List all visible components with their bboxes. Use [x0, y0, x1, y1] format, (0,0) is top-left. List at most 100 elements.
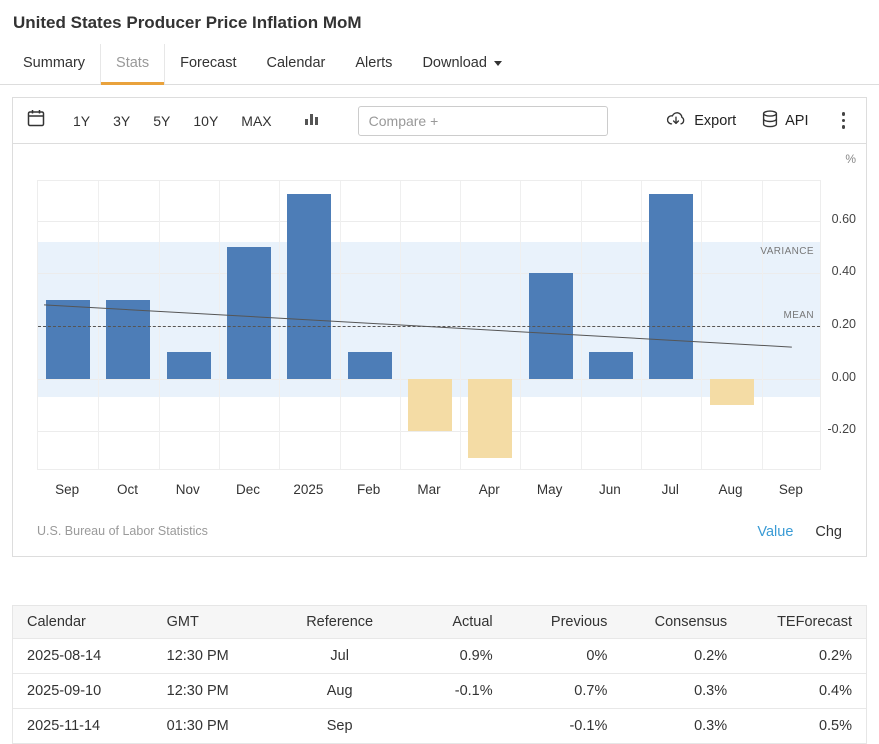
bar-chart-icon: [304, 110, 320, 131]
column-header-reference: Reference: [282, 606, 397, 639]
cloud-download-icon: [665, 110, 687, 131]
tab-alerts[interactable]: Alerts: [340, 44, 407, 84]
bar-oct[interactable]: [106, 300, 150, 379]
v-gridline: [340, 181, 341, 469]
y-axis-unit: %: [845, 152, 856, 166]
bar-2025[interactable]: [287, 194, 331, 379]
column-header-previous: Previous: [507, 606, 622, 639]
table-body: 2025-08-1412:30 PMJul0.9%0%0.2%0.2%2025-…: [13, 639, 866, 744]
range-3y-button[interactable]: 3Y: [113, 113, 130, 129]
toggle-chg[interactable]: Chg: [815, 524, 842, 540]
x-tick-label: Sep: [35, 482, 99, 497]
bar-dec[interactable]: [227, 247, 271, 379]
cell-consensus: 0.3%: [621, 674, 741, 709]
v-gridline: [400, 181, 401, 469]
column-header-teforecast: TEForecast: [741, 606, 866, 639]
tabs: Summary Stats Forecast Calendar AlertsDownlo…: [0, 44, 879, 85]
bar-jul[interactable]: [649, 194, 693, 379]
cell-gmt: 01:30 PM: [153, 709, 283, 744]
column-header-actual: Actual: [397, 606, 507, 639]
range-10y-button[interactable]: 10Y: [193, 113, 218, 129]
table-header-row: CalendarGMTReferenceActualPreviousConsen…: [13, 606, 866, 639]
range-1y-button[interactable]: 1Y: [73, 113, 90, 129]
calendar-icon: [27, 109, 45, 132]
cell-actual: 0.9%: [397, 639, 507, 674]
v-gridline: [581, 181, 582, 469]
chart-type-button[interactable]: [304, 110, 320, 131]
kebab-dot: [842, 112, 846, 116]
page: United States Producer Price Inflation M…: [0, 0, 879, 744]
tab-summary[interactable]: Summary: [8, 44, 100, 84]
x-tick-label: Apr: [457, 482, 521, 497]
h-gridline: [38, 273, 820, 274]
x-tick-label: Jul: [638, 482, 702, 497]
compare-input[interactable]: [358, 106, 608, 136]
cell-previous: 0%: [507, 639, 622, 674]
tab-label: Forecast: [180, 55, 236, 71]
y-tick-label: 0.60: [832, 212, 856, 226]
bar-aug[interactable]: [710, 379, 754, 405]
v-gridline: [460, 181, 461, 469]
tab-label: Summary: [23, 55, 85, 71]
v-gridline: [520, 181, 521, 469]
source-attribution: U.S. Bureau of Labor Statistics: [37, 524, 208, 538]
x-tick-label: Feb: [337, 482, 401, 497]
export-label: Export: [694, 113, 736, 129]
tab-download[interactable]: Download: [407, 44, 517, 84]
cell-previous: 0.7%: [507, 674, 622, 709]
cell-calendar: 2025-08-14: [13, 639, 153, 674]
cell-consensus: 0.3%: [621, 709, 741, 744]
cell-reference: Sep: [282, 709, 397, 744]
cell-teforecast: 0.5%: [741, 709, 866, 744]
variance-label: VARIANCE: [760, 246, 814, 257]
bar-nov[interactable]: [167, 352, 211, 378]
bar-sep[interactable]: [46, 300, 90, 379]
tab-calendar[interactable]: Calendar: [252, 44, 341, 84]
bar-mar[interactable]: [408, 379, 452, 432]
table-row[interactable]: 2025-09-1012:30 PMAug-0.1%0.7%0.3%0.4%: [13, 674, 866, 709]
mean-label: MEAN: [784, 310, 815, 321]
column-header-calendar: Calendar: [13, 606, 153, 639]
export-button[interactable]: Export: [665, 110, 736, 131]
bar-feb[interactable]: [348, 352, 392, 378]
x-tick-label: Nov: [156, 482, 220, 497]
v-gridline: [762, 181, 763, 469]
tab-label: Stats: [116, 55, 149, 71]
cell-actual: [397, 709, 507, 744]
cell-teforecast: 0.2%: [741, 639, 866, 674]
h-gridline: [38, 221, 820, 222]
api-label: API: [785, 113, 808, 129]
y-tick-label: 0.00: [832, 370, 856, 384]
date-range-button[interactable]: [27, 109, 45, 132]
range-5y-button[interactable]: 5Y: [153, 113, 170, 129]
api-button[interactable]: API: [762, 110, 808, 132]
more-options-button[interactable]: [835, 110, 853, 131]
toggle-value[interactable]: Value: [757, 524, 793, 540]
chart-panel: 1Y 3Y 5Y 10Y MAX: [12, 97, 867, 557]
calendar-table: CalendarGMTReferenceActualPreviousConsen…: [12, 605, 867, 744]
table-row[interactable]: 2025-08-1412:30 PMJul0.9%0%0.2%0.2%: [13, 639, 866, 674]
x-tick-label: Aug: [699, 482, 763, 497]
bar-jun[interactable]: [589, 352, 633, 378]
active-tab-indicator: [101, 82, 164, 85]
database-icon: [762, 110, 778, 132]
x-tick-label: Sep: [759, 482, 823, 497]
tab-label: Calendar: [267, 55, 326, 71]
tab-forecast[interactable]: Forecast: [165, 44, 251, 84]
kebab-dot: [842, 125, 846, 129]
range-max-button[interactable]: MAX: [241, 113, 271, 129]
x-tick-label: Mar: [397, 482, 461, 497]
cell-reference: Aug: [282, 674, 397, 709]
bar-apr[interactable]: [468, 379, 512, 458]
cell-consensus: 0.2%: [621, 639, 741, 674]
y-tick-label: 0.20: [832, 317, 856, 331]
page-title: United States Producer Price Inflation M…: [0, 0, 879, 44]
cell-actual: -0.1%: [397, 674, 507, 709]
table-row[interactable]: 2025-11-1401:30 PMSep-0.1%0.3%0.5%: [13, 709, 866, 744]
kebab-dot: [842, 119, 846, 123]
tab-stats[interactable]: Stats: [100, 44, 165, 84]
cell-previous: -0.1%: [507, 709, 622, 744]
v-gridline: [219, 181, 220, 469]
x-tick-label: Dec: [216, 482, 280, 497]
v-gridline: [98, 181, 99, 469]
